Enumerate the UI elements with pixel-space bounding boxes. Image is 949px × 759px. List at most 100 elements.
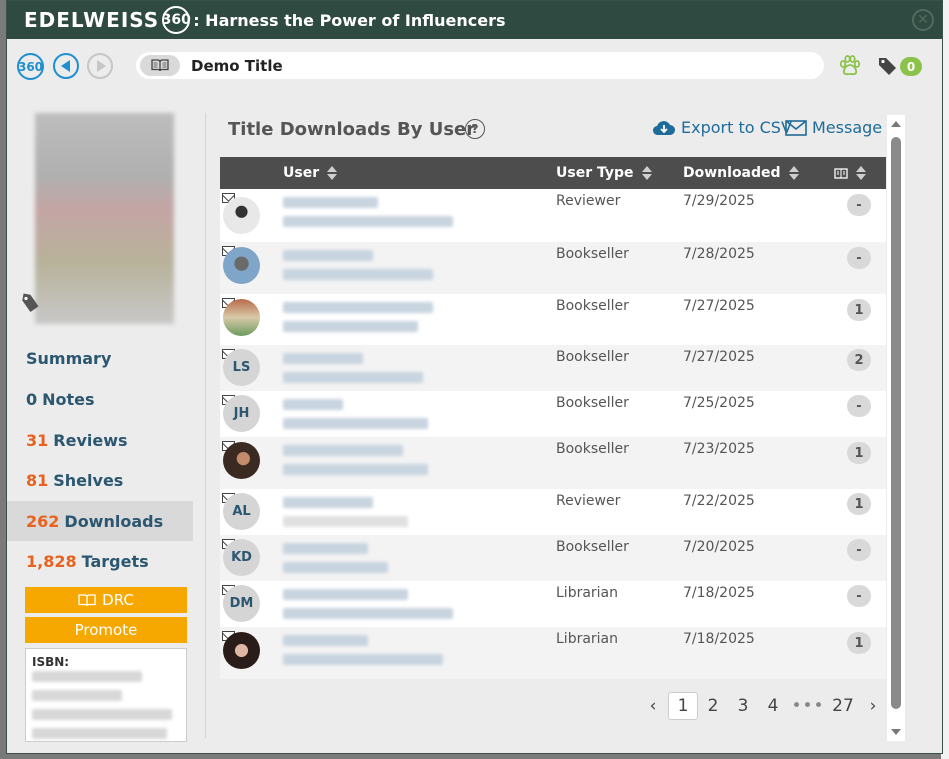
user-name[interactable] [283,194,378,210]
user-name[interactable] [283,247,373,263]
scroll-up-icon[interactable] [891,121,901,127]
scrollbar[interactable] [887,115,905,741]
user-name[interactable] [283,396,343,412]
blurred-text [283,268,433,280]
user-name[interactable] [283,299,433,315]
user-name[interactable] [283,442,403,458]
blurred-text [32,709,172,720]
next-page-button[interactable]: › [858,692,888,720]
scroll-thumb[interactable] [891,137,901,709]
sidebar-item-count: 0 [26,389,38,409]
user-name[interactable] [283,586,408,602]
user-organization [283,559,388,575]
user-type: Librarian [556,585,619,601]
table-row[interactable]: AL Reviewer 7/22/2025 1 [220,489,886,535]
table-row[interactable]: DM Librarian 7/18/2025 - [220,581,886,627]
user-type: Bookseller [556,349,629,365]
user-name[interactable] [283,494,373,510]
sidebar-item-label: Notes [42,389,95,409]
influencer-modal: EDELWEISS 360 : Harness the Power of Inf… [6,0,943,754]
table-row[interactable]: Bookseller 7/23/2025 1 [220,437,886,489]
table-row[interactable]: Bookseller 7/28/2025 - [220,242,886,294]
table-row[interactable]: Reviewer 7/29/2025 - [220,189,886,242]
table-row[interactable]: Librarian 7/18/2025 1 [220,627,886,679]
avatar: LS [223,349,260,386]
user-name[interactable] [283,632,368,648]
modal-titlebar: EDELWEISS 360 : Harness the Power of Inf… [7,1,942,39]
cover-tag-icon[interactable] [21,293,41,317]
download-date: 7/29/2025 [683,193,755,209]
close-icon[interactable]: ✕ [912,9,934,31]
isbn-label: ISBN: [32,655,70,669]
table-row[interactable]: JH Bookseller 7/25/2025 - [220,391,886,437]
table-header: User User Type Downloaded [220,157,886,189]
paw-icon[interactable] [838,54,862,82]
table-row[interactable]: LS Bookseller 7/27/2025 2 [220,345,886,391]
column-user-type-label: User Type [556,165,634,181]
blurred-text [283,463,428,475]
download-date: 7/25/2025 [683,395,755,411]
user-type: Bookseller [556,441,629,457]
table-row[interactable]: Bookseller 7/27/2025 1 [220,294,886,345]
blurred-text [283,653,443,665]
table-row[interactable]: KD Bookseller 7/20/2025 - [220,535,886,581]
download-date: 7/23/2025 [683,441,755,457]
title-name: Demo Title [191,56,283,75]
isbn-info-box: ISBN: [25,648,187,742]
sidebar-item-targets[interactable]: 1,828 Targets [7,542,193,580]
download-date: 7/18/2025 [683,631,755,647]
download-count-badge: 1 [847,299,871,321]
blurred-text [283,417,428,429]
column-user-type[interactable]: User Type [556,157,652,189]
user-organization [283,369,423,385]
sidebar-item-shelves[interactable]: 81 Shelves [7,461,193,499]
tag-icon[interactable] [878,56,898,80]
column-user-label: User [283,165,320,181]
blurred-text [283,542,368,554]
column-downloaded[interactable]: Downloaded [683,157,799,189]
page-1-button[interactable]: 1 [668,692,698,720]
sidebar-item-count: 1,828 [26,551,77,571]
download-date: 7/22/2025 [683,493,755,509]
user-type: Bookseller [556,395,629,411]
drc-button[interactable]: DRC [25,587,187,613]
user-name[interactable] [283,350,363,366]
toolbar: 360 Demo Title 0 [7,39,942,93]
edelweiss-logo: EDELWEISS 360 [24,6,191,34]
user-type: Bookseller [556,539,629,555]
page-4-button[interactable]: 4 [758,692,788,720]
user-name[interactable] [283,540,368,556]
user-organization [283,266,433,282]
export-csv-link[interactable]: Export to CSV [652,118,792,137]
blurred-text [283,352,363,364]
sort-icon [641,165,652,181]
sidebar-item-reviews[interactable]: 31 Reviews [7,421,193,459]
avatar [223,299,260,336]
column-count[interactable] [834,157,866,189]
promote-button[interactable]: Promote [25,617,187,643]
sort-icon [856,165,866,181]
column-user[interactable]: User [283,157,338,189]
blurred-text [283,634,368,646]
sidebar-item-summary[interactable]: Summary [7,339,193,377]
home-360-icon[interactable]: 360 [17,53,44,80]
avatar [223,197,260,234]
last-page-button[interactable]: 27 [828,692,858,720]
avatar: KD [223,539,260,576]
help-icon[interactable]: ? [465,119,485,139]
title-selector[interactable]: Demo Title [136,52,824,79]
prev-page-button[interactable]: ‹ [638,692,668,720]
page-2-button[interactable]: 2 [698,692,728,720]
user-type: Bookseller [556,246,629,262]
download-count-badge: - [847,539,871,561]
scroll-down-icon[interactable] [891,729,901,735]
column-downloaded-label: Downloaded [683,165,781,181]
page-3-button[interactable]: 3 [728,692,758,720]
sidebar-item-notes[interactable]: 0 Notes [7,380,193,418]
download-date: 7/18/2025 [683,585,755,601]
blurred-text [283,398,343,410]
message-link[interactable]: Message [785,118,882,137]
back-icon[interactable] [53,53,79,79]
sidebar-item-downloads[interactable]: 262 Downloads [7,501,193,541]
forward-icon[interactable] [87,53,113,79]
